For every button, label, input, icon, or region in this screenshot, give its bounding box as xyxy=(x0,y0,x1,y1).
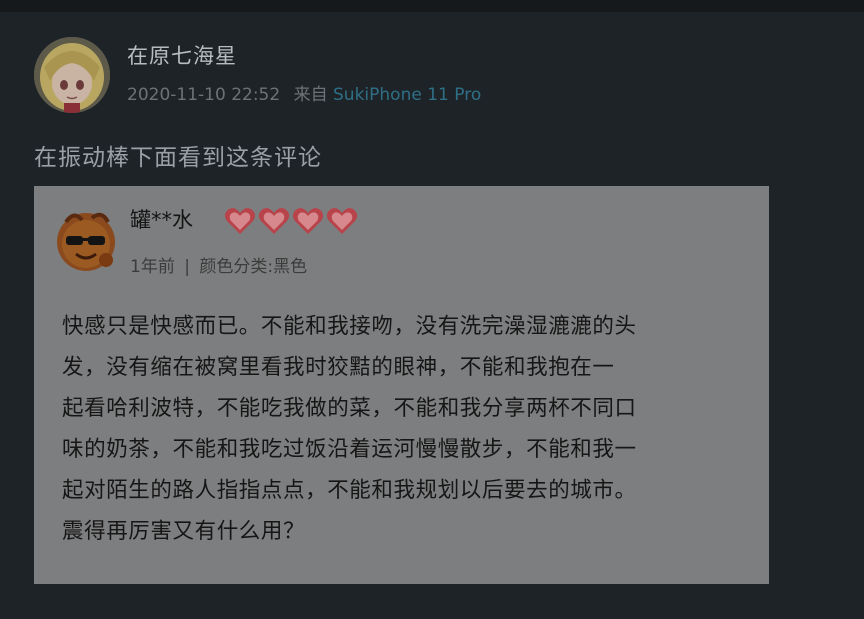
comment-line: 起看哈利波特，不能吃我做的菜，不能和我分享两杯不同口 xyxy=(62,396,637,421)
comment-variant: 颜色分类:黑色 xyxy=(199,257,308,277)
quoted-comment-card: 罐**水 1年前 | 颜色分类:黑色 快感只是快感而已。不能和我接吻，没有洗完澡… xyxy=(34,186,769,584)
post-meta: 2020-11-10 22:52 来自 SukiPhone 11 Pro xyxy=(127,80,481,105)
comment-meta: 1年前 | 颜色分类:黑色 xyxy=(130,252,307,277)
comment-line: 味的奶茶，不能和我吃过饭沿着运河慢慢散步，不能和我一 xyxy=(62,437,637,462)
avatar-image xyxy=(34,37,110,113)
comment-line: 发，没有缩在被窝里看我时狡黠的眼神，不能和我抱在一 xyxy=(62,355,615,380)
comment-body: 快感只是快感而已。不能和我接吻，没有洗完澡湿漉漉的头 发，没有缩在被窝里看我时狡… xyxy=(62,306,752,552)
meta-separator: | xyxy=(184,257,190,277)
heart-badges xyxy=(224,206,358,236)
comment-line: 快感只是快感而已。不能和我接吻，没有洗完澡湿漉漉的头 xyxy=(62,314,637,339)
heart-icon xyxy=(326,208,358,234)
post-text: 在振动棒下面看到这条评论 xyxy=(34,145,322,171)
comment-time: 1年前 xyxy=(130,257,175,277)
user-avatar[interactable] xyxy=(34,37,110,113)
commenter-username: 罐**水 xyxy=(130,208,193,232)
heart-icon xyxy=(224,208,256,234)
status-bar-strip xyxy=(0,0,864,12)
comment-line: 震得再厉害又有什么用？ xyxy=(62,519,306,544)
heart-icon xyxy=(292,208,324,234)
comment-line: 起对陌生的路人指指点点，不能和我规划以后要去的城市。 xyxy=(62,478,637,503)
post-timestamp: 2020-11-10 22:52 xyxy=(127,85,281,105)
heart-icon xyxy=(258,208,290,234)
post-username[interactable]: 在原七海星 xyxy=(127,40,237,70)
commenter-avatar xyxy=(57,212,115,271)
post-device-link[interactable]: SukiPhone 11 Pro xyxy=(333,85,481,105)
post-source-prefix: 来自 xyxy=(293,85,328,105)
